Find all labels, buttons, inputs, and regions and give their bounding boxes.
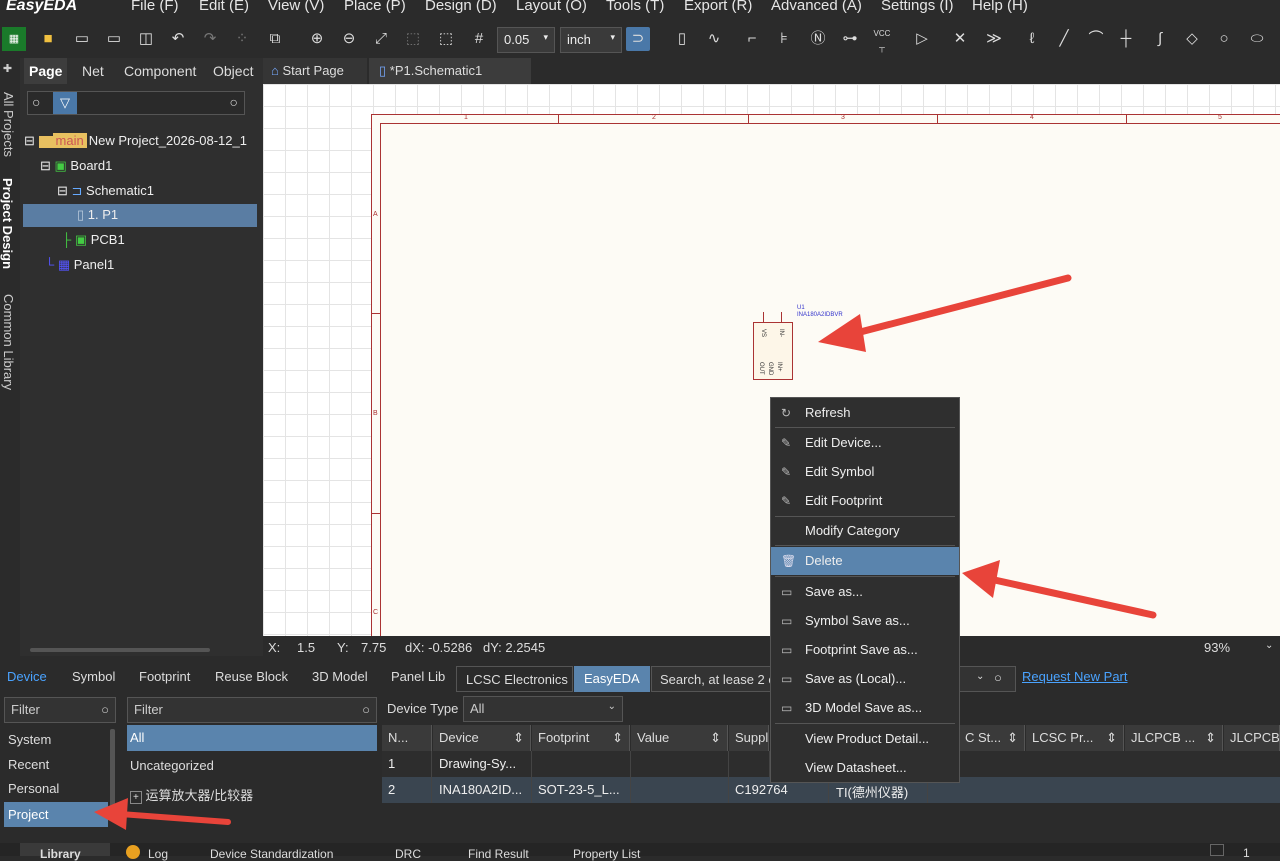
arrow-to-component <box>841 274 1072 340</box>
arrowhead <box>94 798 128 830</box>
arrowhead <box>962 560 1000 598</box>
arrow-to-project <box>117 811 231 825</box>
annotation-arrows <box>94 274 1157 830</box>
arrowhead <box>818 314 866 352</box>
arrow-to-delete <box>986 575 1157 619</box>
